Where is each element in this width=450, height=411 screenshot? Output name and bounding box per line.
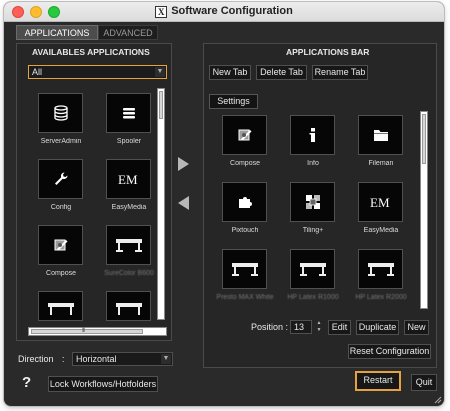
restart-button[interactable]: Restart [355,371,401,391]
app-tile-label: Config [50,204,72,211]
position-stepper[interactable]: ▲ ▼ [315,320,323,334]
app-logo-icon: X [155,6,168,18]
compose-icon [238,129,251,141]
tiling-icon [305,195,320,209]
resize-grip-icon[interactable] [432,394,442,404]
stepper-down-icon[interactable]: ▼ [315,327,323,334]
app-tile-printer[interactable] [106,291,151,321]
direction-value: Horizontal [76,354,117,364]
app-tile-label: Spooler [116,138,142,145]
app-tile-spooler[interactable] [106,93,151,133]
printer-icon [115,239,142,252]
chevron-down-icon: ▼ [161,354,171,364]
bar-tile-tiling[interactable] [290,182,335,222]
direction-separator: : [62,354,65,364]
svg-text:EM: EM [118,172,138,186]
title-bar: X Software Configuration [4,2,444,22]
position-label: Position : [251,322,289,332]
category-filter-dropdown[interactable]: All ▼ [28,65,167,79]
direction-label: Direction [18,354,54,364]
app-tile-label: EasyMedia [111,204,147,211]
app-tile-config[interactable] [38,159,83,199]
bar-tile-compose[interactable] [222,115,267,155]
stepper-up-icon[interactable]: ▲ [315,320,323,327]
app-tile-label: Compose [46,270,76,277]
reset-configuration-button[interactable]: Reset Configuration [348,344,431,359]
bar-tile-label: Compose [230,160,260,167]
info-icon [309,128,315,142]
easymedia-icon: EM [370,195,390,209]
printer-icon [299,263,326,276]
quit-button[interactable]: Quit [411,374,437,391]
position-input[interactable]: 13 [290,320,312,334]
available-horizontal-scrollbar[interactable]: III [28,327,167,336]
window-title-area: X Software Configuration [4,5,444,18]
bar-tile-label: Fileman [368,160,394,167]
scrollbar-thumb[interactable] [422,114,426,164]
printer-icon [367,263,394,276]
bar-tile-label: HP Latex R1000 [287,294,339,301]
app-tile-serveradmin[interactable] [38,93,83,133]
app-tile-compose[interactable] [38,225,83,265]
bar-tile-label: Tiling+ [302,227,324,234]
bar-tile-easymedia[interactable]: EM [358,182,403,222]
bar-tile-info[interactable] [290,115,335,155]
bar-tile-hp-latex-r1000[interactable] [290,249,335,289]
scrollbar-thumb[interactable]: III [31,328,143,334]
remove-from-bar-arrow-icon[interactable] [178,196,189,210]
app-tile-label: ServerAdmin [40,138,82,145]
bar-tile-presto[interactable] [222,249,267,289]
app-tile-label: SureColor B600 [104,270,154,277]
duplicate-button[interactable]: Duplicate [356,320,399,335]
bar-tile-label: Pixtouch [231,227,259,234]
easymedia-icon: EM [118,172,138,186]
category-filter-value: All [32,67,43,77]
available-applications-title: AVAILABLES APPLICATIONS [32,47,150,57]
tab-advanced[interactable]: ADVANCED [98,25,158,40]
tab-settings[interactable]: Settings [209,94,258,109]
wrench-icon [54,172,68,185]
bar-tile-label: Info [307,160,319,167]
help-icon[interactable]: ? [22,374,31,391]
bar-tile-label: Presto MAX White [216,294,274,301]
app-tile-easymedia[interactable]: EM [106,159,151,199]
compose-icon [54,239,67,251]
edit-button[interactable]: Edit [328,320,351,335]
database-icon [53,105,68,121]
spooler-icon [122,108,135,119]
rename-tab-button[interactable]: Rename Tab [312,65,368,80]
new-button[interactable]: New [404,320,429,335]
delete-tab-button[interactable]: Delete Tab [256,65,307,80]
add-to-bar-arrow-icon[interactable] [178,157,189,171]
window-title: Software Configuration [171,5,293,17]
software-configuration-window: X Software Configuration APPLICATIONS ADV… [4,2,444,406]
bar-tile-hp-latex-r2000[interactable] [358,249,403,289]
available-vertical-scrollbar[interactable] [157,88,165,320]
new-tab-button[interactable]: New Tab [209,65,251,80]
scroll-grip-icon: III [82,328,85,334]
svg-text:EM: EM [370,195,390,209]
bar-vertical-scrollbar[interactable] [420,111,428,309]
bar-tile-label: HP Latex R2000 [355,294,407,301]
app-tile-surecolor[interactable] [106,225,151,265]
folder-icon [373,130,388,141]
chevron-down-icon: ▼ [155,67,165,77]
bar-tile-fileman[interactable] [358,115,403,155]
scrollbar-thumb[interactable] [159,91,163,119]
bar-tile-label: EasyMedia [363,227,399,234]
printer-icon [47,302,74,315]
puzzle-icon [238,197,252,208]
tab-applications[interactable]: APPLICATIONS [16,25,98,40]
bar-tile-pixtouch[interactable] [222,182,267,222]
printer-icon [231,263,258,276]
direction-select[interactable]: Horizontal ▼ [72,352,173,366]
lock-workflows-button[interactable]: Lock Workflows/Hotfolders [48,376,158,392]
applications-bar-title: APPLICATIONS BAR [286,47,370,57]
printer-icon [115,302,142,315]
app-tile-printer[interactable] [38,291,83,321]
